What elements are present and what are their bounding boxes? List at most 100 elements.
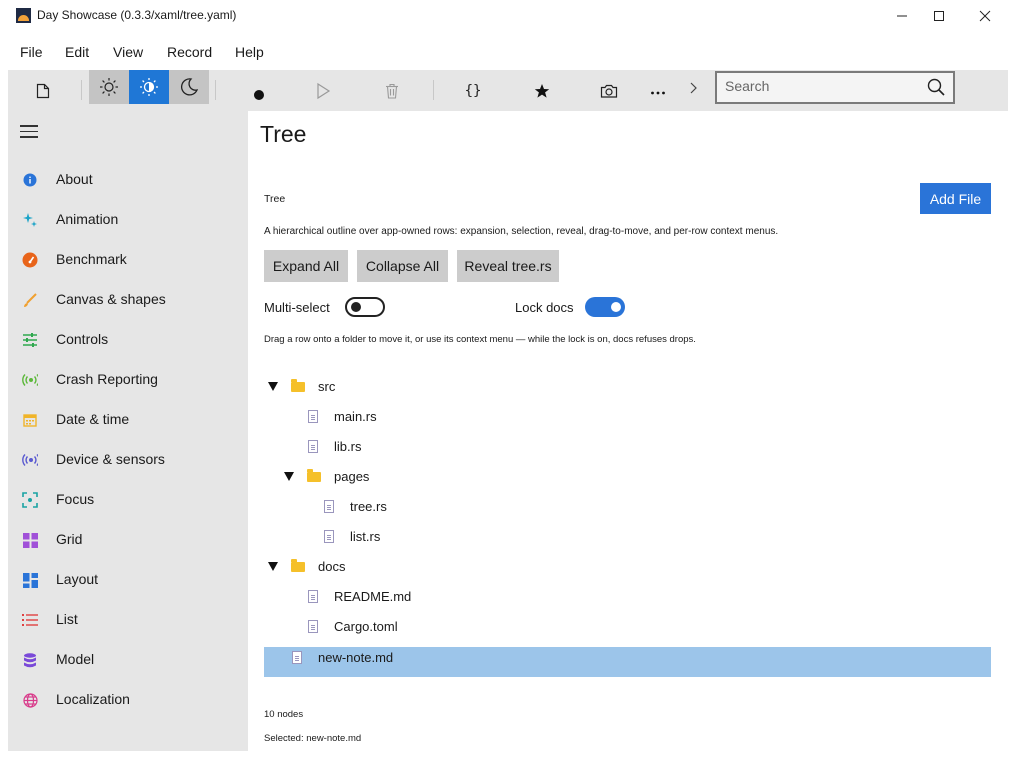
code-button[interactable]: {} <box>460 70 486 111</box>
tree-row-label: README.md <box>334 589 412 604</box>
title-bar: Day Showcase (0.3.3/xaml/tree.yaml) <box>0 0 1016 32</box>
search-input[interactable] <box>725 78 915 94</box>
record-icon <box>254 89 264 100</box>
menu-view[interactable]: View <box>113 44 143 60</box>
database-icon <box>22 652 38 668</box>
lock-docs-label: Lock docs <box>515 300 574 315</box>
file-icon <box>308 620 318 633</box>
reveal-file-button[interactable]: Reveal tree.rs <box>457 250 559 282</box>
sidebar-item-label: List <box>56 611 78 627</box>
tree-row-label: docs <box>318 559 346 574</box>
menu-help[interactable]: Help <box>235 44 264 60</box>
sidebar-item-controls[interactable]: Controls <box>8 320 248 360</box>
sidebar-item-benchmark[interactable]: Benchmark <box>8 240 248 280</box>
maximize-button[interactable] <box>916 0 962 32</box>
tree-row-pages[interactable]: pages <box>264 462 991 492</box>
tree-row-lib-rs[interactable]: lib.rs <box>264 432 991 462</box>
description-text: A hierarchical outline over app-owned ro… <box>264 226 779 237</box>
menu-file[interactable]: File <box>20 44 43 60</box>
sidebar-item-label: Crash Reporting <box>56 371 158 387</box>
more-button[interactable] <box>645 70 671 111</box>
info-icon <box>22 172 38 188</box>
auto-theme-icon <box>140 78 158 96</box>
broadcast-icon <box>22 372 38 388</box>
tree-row-tree-rs[interactable]: tree.rs <box>264 492 991 522</box>
file-icon <box>308 410 318 423</box>
sidebar-item-date-time[interactable]: Date & time <box>8 400 248 440</box>
folder-icon <box>307 469 321 482</box>
maximize-icon <box>934 11 944 21</box>
tree-row-list-rs[interactable]: list.rs <box>264 522 991 552</box>
screenshot-button[interactable] <box>596 70 622 111</box>
multi-select-toggle[interactable] <box>345 297 385 317</box>
toolbar-separator <box>81 80 82 100</box>
light-theme-icon <box>100 78 118 96</box>
tree-row-new-note-md[interactable]: new-note.md <box>264 647 991 677</box>
play-button[interactable] <box>310 70 336 111</box>
favorite-button[interactable] <box>529 70 555 111</box>
expand-all-button[interactable]: Expand All <box>264 250 348 282</box>
sidebar-item-crash-reporting[interactable]: Crash Reporting <box>8 360 248 400</box>
sidebar-item-localization[interactable]: Localization <box>8 680 248 720</box>
sensor-icon <box>22 452 38 468</box>
tree-row-main-rs[interactable]: main.rs <box>264 402 991 432</box>
file-icon <box>292 651 302 664</box>
menu-edit[interactable]: Edit <box>65 44 89 60</box>
close-button[interactable] <box>962 0 1008 32</box>
expand-arrow-icon[interactable] <box>284 472 294 481</box>
sidebar-item-label: About <box>56 171 93 187</box>
add-file-button[interactable]: Add File <box>920 183 991 214</box>
menu-bar: File Edit View Record Help <box>8 36 1008 70</box>
tree-row-cargo-toml[interactable]: Cargo.toml <box>264 612 991 642</box>
sidebar-item-label: Device & sensors <box>56 451 165 467</box>
tree-row-readme-md[interactable]: README.md <box>264 582 991 612</box>
auto-theme-button[interactable] <box>129 70 169 104</box>
collapse-all-button[interactable]: Collapse All <box>357 250 448 282</box>
sidebar-item-layout[interactable]: Layout <box>8 560 248 600</box>
tree-row-docs[interactable]: docs <box>264 552 991 582</box>
braces-icon: {} <box>464 82 482 99</box>
main-content: Tree Tree Add File A hierarchical outlin… <box>248 111 1008 751</box>
light-theme-button[interactable] <box>89 70 129 104</box>
record-button[interactable] <box>246 70 272 111</box>
new-file-icon <box>36 83 50 98</box>
sidebar-item-label: Layout <box>56 571 99 587</box>
tree-row-src[interactable]: src <box>264 372 991 402</box>
sidebar-item-label: Controls <box>56 331 109 347</box>
hamburger-menu-icon[interactable] <box>20 125 38 142</box>
sidebar-item-grid[interactable]: Grid <box>8 520 248 560</box>
tree-row-label: src <box>318 379 336 394</box>
file-icon <box>308 590 318 603</box>
page-title: Tree <box>260 121 307 147</box>
sidebar-item-animation[interactable]: Animation <box>8 200 248 240</box>
more-icon <box>651 91 665 94</box>
toolbar-separator <box>215 80 216 100</box>
tree-row-label: list.rs <box>350 529 381 544</box>
expand-arrow-icon[interactable] <box>268 562 278 571</box>
play-icon <box>317 82 331 99</box>
delete-button[interactable] <box>379 70 405 111</box>
sidebar-item-canvas-shapes[interactable]: Canvas & shapes <box>8 280 248 320</box>
star-icon <box>534 83 550 98</box>
sidebar-item-model[interactable]: Model <box>8 640 248 680</box>
sidebar-item-device-sensors[interactable]: Device & sensors <box>8 440 248 480</box>
toolbar: {} <box>8 70 1008 111</box>
overflow-button[interactable] <box>683 70 703 111</box>
grid-icon <box>22 532 38 548</box>
sidebar-item-focus[interactable]: Focus <box>8 480 248 520</box>
menu-record[interactable]: Record <box>167 44 212 60</box>
toolbar-separator <box>433 80 434 100</box>
sparkle-icon <box>22 212 38 228</box>
search-box[interactable] <box>715 71 955 104</box>
dark-theme-button[interactable] <box>169 70 209 104</box>
expand-arrow-icon[interactable] <box>268 382 278 391</box>
sidebar-item-label: Grid <box>56 531 83 547</box>
calendar-icon <box>22 412 38 428</box>
sidebar-item-list[interactable]: List <box>8 600 248 640</box>
lock-docs-toggle[interactable] <box>585 297 625 317</box>
chevron-right-icon <box>690 82 697 93</box>
sidebar-item-about[interactable]: About <box>8 160 248 200</box>
multi-select-label: Multi-select <box>264 300 330 315</box>
search-icon[interactable] <box>927 78 945 96</box>
new-file-button[interactable] <box>28 70 58 111</box>
